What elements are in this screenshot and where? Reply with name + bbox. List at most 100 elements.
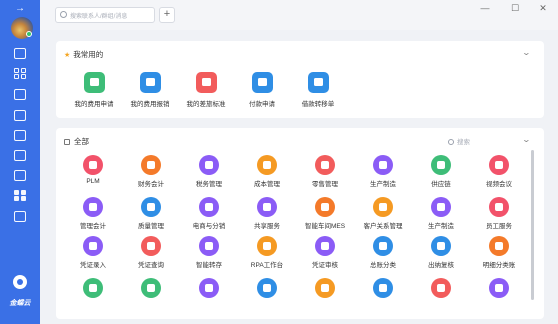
app-icon: [373, 236, 393, 256]
favorite-app-label: 我的费用申请: [74, 101, 114, 108]
collapse-arrow-icon[interactable]: →: [0, 3, 40, 14]
document-icon[interactable]: [14, 130, 26, 141]
calendar-icon[interactable]: [14, 170, 26, 181]
app-tile[interactable]: [62, 278, 124, 301]
app-tile[interactable]: 供应链: [410, 155, 472, 188]
favorite-app[interactable]: 付款申请: [232, 72, 292, 108]
top-bar: 搜索联系人/群组/消息 + — ☐ ✕: [40, 0, 558, 30]
app-label: 财务会计: [138, 181, 164, 188]
app-tile[interactable]: 视频会议: [468, 155, 530, 188]
scrollbar[interactable]: [531, 150, 534, 300]
apps-grid-icon[interactable]: [14, 68, 26, 79]
minimize-button[interactable]: —: [478, 3, 492, 13]
favorite-app[interactable]: 我的差旅标准: [176, 72, 236, 108]
favorite-app-label: 借款转移单: [301, 101, 335, 108]
app-tile[interactable]: 成本管理: [236, 155, 298, 188]
app-icon: [141, 197, 161, 217]
app-tile[interactable]: 共享服务: [236, 197, 298, 230]
app-icon: [83, 72, 105, 93]
app-tile[interactable]: 管理会计: [62, 197, 124, 230]
app-tile[interactable]: 客户关系管理: [352, 197, 414, 230]
app-label: 明细分类账: [482, 262, 516, 269]
app-tile[interactable]: 总账分类: [352, 236, 414, 269]
search-icon: [448, 139, 454, 145]
app-label: 质量管理: [138, 223, 164, 230]
app-search-input[interactable]: 搜索: [448, 136, 470, 146]
app-tile[interactable]: 员工服务: [468, 197, 530, 230]
app-tile[interactable]: [410, 278, 472, 301]
app-label: 零售管理: [312, 181, 338, 188]
app-tile[interactable]: 质量管理: [120, 197, 182, 230]
app-tile[interactable]: [352, 278, 414, 301]
favorite-app-label: 付款申请: [249, 101, 275, 108]
app-icon: [83, 236, 103, 256]
app-icon: [431, 155, 451, 175]
app-tile[interactable]: 出纳复核: [410, 236, 472, 269]
close-button[interactable]: ✕: [536, 3, 550, 14]
app-label: 供应链: [431, 181, 451, 188]
app-icon: [373, 155, 393, 175]
app-icon: [199, 236, 219, 256]
app-label: RPA工作台: [250, 262, 284, 269]
app-tile[interactable]: 智能车间MES: [294, 197, 356, 230]
favorite-app[interactable]: 借款转移单: [288, 72, 348, 108]
chat-bubble-icon[interactable]: [13, 275, 27, 289]
app-label: 凭证审核: [312, 262, 338, 269]
app-tile[interactable]: 凭证录入: [62, 236, 124, 269]
app-tile[interactable]: [178, 278, 240, 301]
app-tile[interactable]: [468, 278, 530, 301]
app-icon: [83, 155, 103, 175]
app-icon: [199, 155, 219, 175]
star-icon: ★: [64, 52, 71, 59]
app-tile[interactable]: 税务管理: [178, 155, 240, 188]
favorite-app[interactable]: 我的费用申请: [64, 72, 124, 108]
app-tile[interactable]: 凭证审核: [294, 236, 356, 269]
maximize-button[interactable]: ☐: [508, 3, 522, 14]
brand-logo: 金蝶云: [9, 300, 31, 307]
app-icon: [489, 278, 509, 298]
app-icon: [195, 72, 217, 93]
app-tile[interactable]: [236, 278, 298, 301]
app-label: 共享服务: [254, 223, 280, 230]
app-label: 员工服务: [486, 223, 512, 230]
app-label: 成本管理: [254, 181, 280, 188]
message-icon[interactable]: [14, 48, 26, 59]
app-tile[interactable]: 财务会计: [120, 155, 182, 188]
all-apps-title: 全部: [74, 137, 89, 146]
app-tile[interactable]: 明细分类账: [468, 236, 530, 269]
favorite-app[interactable]: 我的费用报销: [120, 72, 180, 108]
global-search-input[interactable]: 搜索联系人/群组/消息: [55, 7, 155, 23]
all-apps-header: 全部: [64, 136, 89, 147]
app-icon: [489, 236, 509, 256]
workbench-grid-icon[interactable]: [14, 190, 26, 201]
add-button[interactable]: +: [159, 7, 175, 23]
app-label: PLM: [86, 178, 100, 185]
task-check-icon[interactable]: [14, 110, 26, 121]
app-label: 管理会计: [80, 223, 106, 230]
app-tile[interactable]: 智能转存: [178, 236, 240, 269]
app-icon: [431, 236, 451, 256]
app-tile[interactable]: 凭证查询: [120, 236, 182, 269]
app-tile[interactable]: PLM: [62, 155, 124, 185]
app-tile[interactable]: 电商与分销: [178, 197, 240, 230]
app-icon: [315, 197, 335, 217]
app-tile[interactable]: [294, 278, 356, 301]
app-tile[interactable]: [120, 278, 182, 301]
search-icon: [60, 11, 67, 18]
app-icon: [315, 155, 335, 175]
app-tile[interactable]: 生产制造: [352, 155, 414, 188]
favorite-app-label: 我的费用报销: [130, 101, 170, 108]
collapse-chevron-icon[interactable]: ⌄: [522, 135, 531, 144]
app-label: 智能转存: [196, 262, 222, 269]
app-label: 电商与分销: [192, 223, 226, 230]
report-icon[interactable]: [14, 150, 26, 161]
image-icon[interactable]: [14, 89, 26, 100]
app-label: 凭证查询: [138, 262, 164, 269]
folder-icon[interactable]: [14, 211, 26, 222]
collapse-chevron-icon[interactable]: ⌄: [522, 48, 531, 57]
app-label: 凭证录入: [80, 262, 106, 269]
app-tile[interactable]: 生产制造: [410, 197, 472, 230]
app-tile[interactable]: RPA工作台: [236, 236, 298, 269]
app-icon: [83, 278, 103, 298]
app-tile[interactable]: 零售管理: [294, 155, 356, 188]
